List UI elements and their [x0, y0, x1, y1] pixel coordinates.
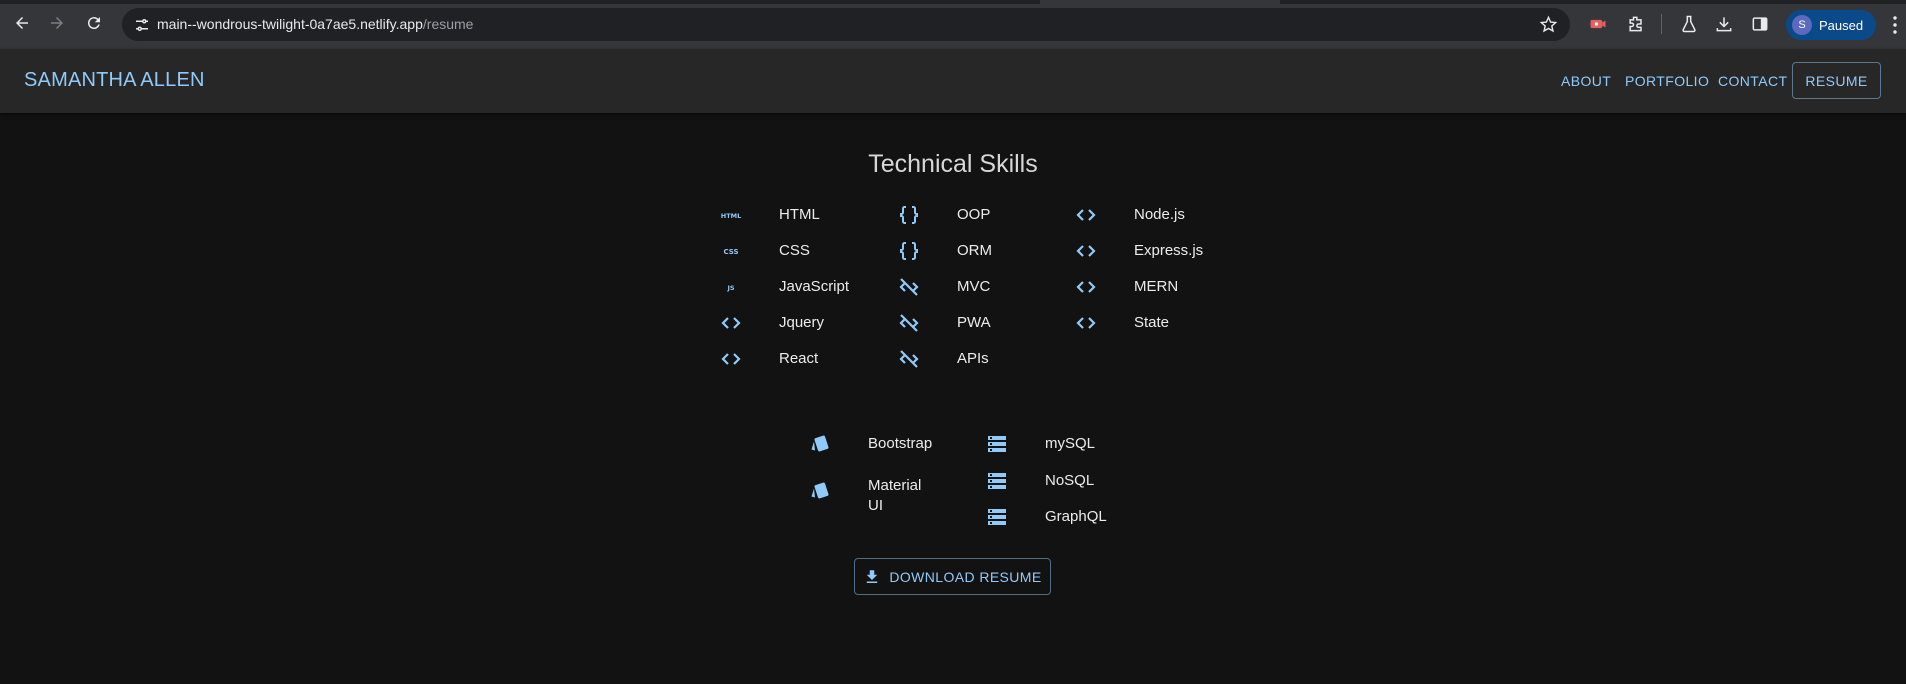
css-icon: CSS: [718, 238, 744, 264]
style-icon: [807, 431, 833, 457]
skill-label: Jquery: [779, 314, 825, 331]
reload-button[interactable]: [84, 13, 104, 33]
app-header: SAMANTHA ALLEN ABOUT PORTFOLIO CONTACT R…: [0, 49, 1906, 113]
browser-menu-icon[interactable]: [1893, 16, 1897, 34]
style-icon: [807, 478, 833, 504]
skill-label: JavaScript: [779, 278, 850, 295]
skill-label: mySQL: [1045, 435, 1096, 452]
nav-contact[interactable]: CONTACT: [1718, 73, 1787, 89]
storage-icon: [984, 504, 1010, 530]
svg-text:HTML: HTML: [721, 212, 741, 220]
download-resume-button[interactable]: DOWNLOAD RESUME: [854, 558, 1051, 595]
skill-label: Node.js: [1134, 206, 1185, 223]
download-icon[interactable]: [1714, 14, 1734, 34]
code-off-icon: [896, 310, 922, 336]
storage-icon: [984, 468, 1010, 494]
site-settings-icon[interactable]: [133, 16, 151, 34]
code-off-icon: [896, 346, 922, 372]
js-icon: JS: [718, 274, 744, 300]
skill-label: CSS: [779, 242, 810, 259]
browser-toolbar: main--wondrous-twilight-0a7ae5.netlify.a…: [0, 0, 1906, 49]
main-nav: ABOUT PORTFOLIO CONTACT RESUME: [0, 49, 1906, 113]
storage-icon: [984, 431, 1010, 457]
labs-flask-icon[interactable]: [1679, 14, 1699, 34]
url-host: main--wondrous-twilight-0a7ae5.netlify.a…: [157, 16, 423, 32]
profile-status: Paused: [1819, 17, 1864, 33]
download-icon: [867, 569, 878, 583]
skill-label: HTML: [779, 206, 820, 223]
url-text: main--wondrous-twilight-0a7ae5.netlify.a…: [157, 16, 473, 32]
forward-button[interactable]: [47, 13, 67, 33]
code-icon: [1073, 310, 1099, 336]
skill-label: OOP: [957, 206, 991, 223]
data-object-icon: [896, 238, 922, 264]
skill-label: Bootstrap: [868, 435, 933, 452]
extensions-puzzle-icon[interactable]: [1626, 14, 1646, 34]
skill-label: Express.js: [1134, 242, 1204, 259]
html-icon: HTML: [718, 202, 744, 228]
nav-resume-button[interactable]: RESUME: [1792, 62, 1881, 99]
code-icon: [718, 310, 744, 336]
arrow-right-icon: [51, 17, 63, 29]
code-icon: [1073, 202, 1099, 228]
reload-icon: [87, 17, 100, 30]
section-title: Technical Skills: [868, 150, 1038, 178]
side-panel-icon[interactable]: [1750, 14, 1770, 34]
address-bar[interactable]: main--wondrous-twilight-0a7ae5.netlify.a…: [122, 8, 1570, 41]
bookmark-star-icon[interactable]: [1539, 15, 1558, 34]
toolbar-divider: [1661, 14, 1662, 34]
nav-about[interactable]: ABOUT: [1561, 73, 1611, 89]
skill-label: React: [779, 350, 819, 367]
skill-label: GraphQL: [1045, 508, 1107, 525]
code-icon: [1073, 238, 1099, 264]
avatar: S: [1792, 15, 1812, 35]
back-button[interactable]: [12, 13, 32, 33]
code-icon: [718, 346, 744, 372]
active-tab-indicator: [1040, 0, 1280, 4]
profile-button[interactable]: S Paused: [1786, 10, 1876, 40]
skill-label: MERN: [1134, 278, 1179, 295]
nav-portfolio[interactable]: PORTFOLIO: [1625, 73, 1709, 89]
download-resume-label: DOWNLOAD RESUME: [889, 568, 1042, 585]
skill-label: ORM: [957, 242, 992, 259]
data-object-icon: [896, 202, 922, 228]
url-path: /resume: [422, 16, 474, 32]
svg-text:CSS: CSS: [723, 248, 738, 256]
svg-text:JS: JS: [726, 284, 734, 292]
skill-label: NoSQL: [1045, 472, 1095, 489]
skill-label: MVC: [957, 278, 991, 295]
code-off-icon: [896, 274, 922, 300]
skill-label: State: [1134, 314, 1170, 331]
record-extension-icon[interactable]: [1588, 14, 1608, 34]
arrow-left-icon: [16, 17, 28, 29]
skill-label: PWA: [957, 314, 991, 331]
tab-strip: [0, 0, 1906, 4]
skill-label: APIs: [957, 350, 989, 367]
code-icon: [1073, 274, 1099, 300]
skill-label: Material UI: [868, 477, 922, 514]
